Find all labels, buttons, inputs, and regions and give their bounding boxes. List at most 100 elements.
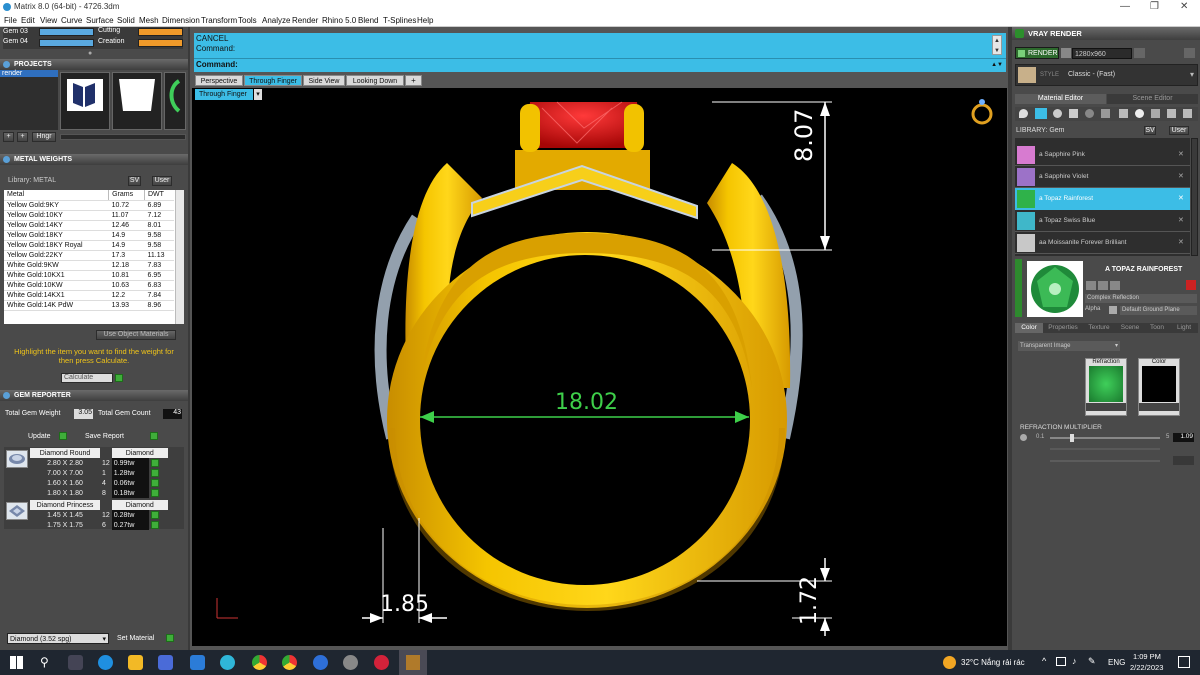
project-thumb-2[interactable] — [112, 72, 162, 130]
help-icon[interactable] — [1183, 109, 1192, 118]
tab-through-finger[interactable]: Through Finger — [244, 75, 302, 86]
alpha-checkbox[interactable] — [1109, 306, 1117, 314]
texture-icon[interactable] — [1069, 109, 1078, 118]
tab-texture[interactable]: Texture — [1083, 323, 1115, 333]
tab-color[interactable]: Color — [1015, 323, 1043, 333]
row-go-icon[interactable] — [151, 459, 160, 467]
info-icon[interactable] — [1167, 109, 1176, 118]
row-go-icon[interactable] — [151, 521, 160, 529]
save-icon[interactable] — [1110, 281, 1120, 290]
weather-text[interactable]: 32°C Nắng rải rác — [961, 658, 1025, 667]
multiplier-slider-track[interactable] — [1050, 437, 1160, 439]
row-go-icon[interactable] — [151, 479, 160, 487]
add-view-tab-button[interactable]: + — [405, 75, 422, 86]
tab-light[interactable]: Light — [1171, 323, 1197, 333]
menu-solid[interactable]: Solid — [117, 14, 135, 27]
tab-perspective[interactable]: Perspective — [195, 75, 243, 86]
project-list[interactable]: render — [0, 70, 58, 130]
menu-tsplines[interactable]: T-Splines — [383, 14, 416, 27]
menu-file[interactable]: File — [4, 14, 17, 27]
ground-plane-select[interactable]: Default Ground Plane — [1120, 306, 1197, 315]
sphere-icon[interactable] — [1053, 109, 1062, 118]
calculate-button[interactable]: Calculate — [61, 373, 113, 383]
volume-icon[interactable]: ♪ — [1072, 656, 1077, 666]
pen-icon[interactable]: ✎ — [1088, 656, 1096, 667]
metal-unit-toggle[interactable]: SV — [128, 176, 141, 186]
tab-scene[interactable]: Scene — [1117, 323, 1143, 333]
menu-dimension[interactable]: Dimension — [162, 14, 200, 27]
menu-help[interactable]: Help — [417, 14, 433, 27]
menu-curve[interactable]: Curve — [61, 14, 82, 27]
tab-properties[interactable]: Properties — [1045, 323, 1081, 333]
table-row[interactable]: White Gold:14KX1 12.2 7.84 — [4, 290, 174, 301]
close-icon[interactable]: ✕ — [1178, 150, 1184, 158]
gem-material-icon[interactable] — [1035, 108, 1047, 119]
light-icon[interactable] — [1135, 109, 1144, 118]
store-icon[interactable] — [158, 655, 173, 670]
refraction-swatch[interactable]: Refraction — [1085, 358, 1127, 416]
menu-rhino[interactable]: Rhino 5.0 — [322, 14, 356, 27]
set-material-button[interactable]: Set Material — [117, 635, 154, 642]
table-row[interactable]: 1.60 X 1.60 4 0.06tw — [30, 478, 168, 488]
update-button[interactable]: Update — [28, 433, 51, 440]
weather-icon[interactable] — [943, 656, 956, 669]
metal-table[interactable]: Metal Grams DWT Yellow Gold:9KY 10.72 6.89… — [4, 190, 184, 324]
list-item[interactable]: a Sapphire Violet ✕ — [1015, 166, 1190, 188]
tab-looking-down[interactable]: Looking Down — [346, 75, 404, 86]
layer-label[interactable]: Gem 04 — [3, 38, 28, 45]
maximize-icon[interactable]: ❐ — [1150, 0, 1159, 14]
color-swatch[interactable]: Color — [1138, 358, 1180, 416]
project-item[interactable]: render — [0, 70, 58, 77]
table-row[interactable]: Yellow Gold:18KY 14.9 9.58 — [4, 230, 174, 241]
reset-multiplier-icon[interactable] — [1020, 434, 1027, 441]
material-unit-toggle[interactable]: SV — [1144, 126, 1156, 135]
project-thumb-1[interactable] — [60, 72, 110, 130]
swatch-controls[interactable] — [1086, 403, 1126, 411]
command-prompt[interactable]: Command: ▲▼ — [194, 58, 1006, 71]
chrome-profile-icon[interactable] — [282, 655, 297, 670]
table-row[interactable]: 1.75 X 1.75 6 0.27tw — [30, 520, 168, 530]
layer-right-label[interactable]: Creation — [98, 38, 124, 45]
resolution-field[interactable]: 1280x960 — [1072, 48, 1132, 59]
row-go-icon[interactable] — [151, 511, 160, 519]
layer-swatch[interactable] — [138, 28, 183, 36]
collapse-handle[interactable]: ● — [88, 50, 98, 57]
table-row[interactable]: Yellow Gold:14KY 12.46 8.01 — [4, 220, 174, 231]
menu-render[interactable]: Render — [292, 14, 318, 27]
edge-icon[interactable] — [98, 655, 113, 670]
list-item[interactable]: aa Moissanite Forever Brilliant ✕ — [1015, 232, 1190, 254]
layer-label[interactable]: Gem 03 — [3, 28, 28, 35]
tab-scene-editor[interactable]: Scene Editor — [1107, 94, 1198, 104]
table-row[interactable]: White Gold:9KW 12.18 7.83 — [4, 260, 174, 271]
viewport-through-finger[interactable]: Through Finger ▾ 18.02 8.07 1.85 1.72 — [192, 88, 1007, 646]
tab-toon[interactable]: Toon — [1145, 323, 1169, 333]
layer-right-label[interactable]: Cutting — [98, 27, 120, 34]
close-icon[interactable]: ✕ — [1180, 0, 1188, 14]
camera-icon[interactable] — [1184, 48, 1195, 58]
grid-icon[interactable] — [1098, 281, 1108, 290]
table-row[interactable]: Yellow Gold:10KY 11.07 7.12 — [4, 210, 174, 221]
language-indicator[interactable]: ENG — [1108, 658, 1125, 667]
drop-icon[interactable] — [1019, 109, 1028, 118]
matrix-taskbar-button[interactable] — [399, 650, 427, 675]
render-options-icon[interactable] — [1061, 48, 1071, 58]
render-preset-selector[interactable]: STYLE Classic - (Fast) ▾ — [1015, 64, 1198, 86]
gear-icon[interactable] — [1151, 109, 1160, 118]
tab-material-editor[interactable]: Material Editor — [1015, 94, 1106, 104]
add-folder-button[interactable]: + — [17, 132, 28, 142]
hinge-button[interactable]: Hngr — [32, 132, 56, 142]
layer-swatch[interactable] — [39, 28, 94, 36]
reset-icon[interactable] — [1186, 280, 1196, 290]
complex-reflection-select[interactable]: Complex Reflection — [1085, 294, 1197, 303]
gem-material-select[interactable]: Diamond (3.52 spg) ▾ — [7, 633, 109, 644]
table-row[interactable]: Yellow Gold:22KY 17.3 11.13 — [4, 250, 174, 261]
material-list-scrollbar[interactable] — [1191, 138, 1198, 256]
zalo-icon[interactable] — [313, 655, 328, 670]
stack-icon[interactable] — [1101, 109, 1110, 118]
list-item-selected[interactable]: a Topaz Rainforest ✕ — [1015, 188, 1190, 210]
material-list[interactable]: a Sapphire Pink ✕ a Sapphire Violet ✕ a … — [1015, 138, 1190, 256]
menu-tools[interactable]: Tools — [238, 14, 257, 27]
task-view-icon[interactable] — [68, 655, 83, 670]
metal-table-scrollbar[interactable] — [175, 190, 184, 324]
network-icon[interactable] — [1056, 657, 1066, 666]
